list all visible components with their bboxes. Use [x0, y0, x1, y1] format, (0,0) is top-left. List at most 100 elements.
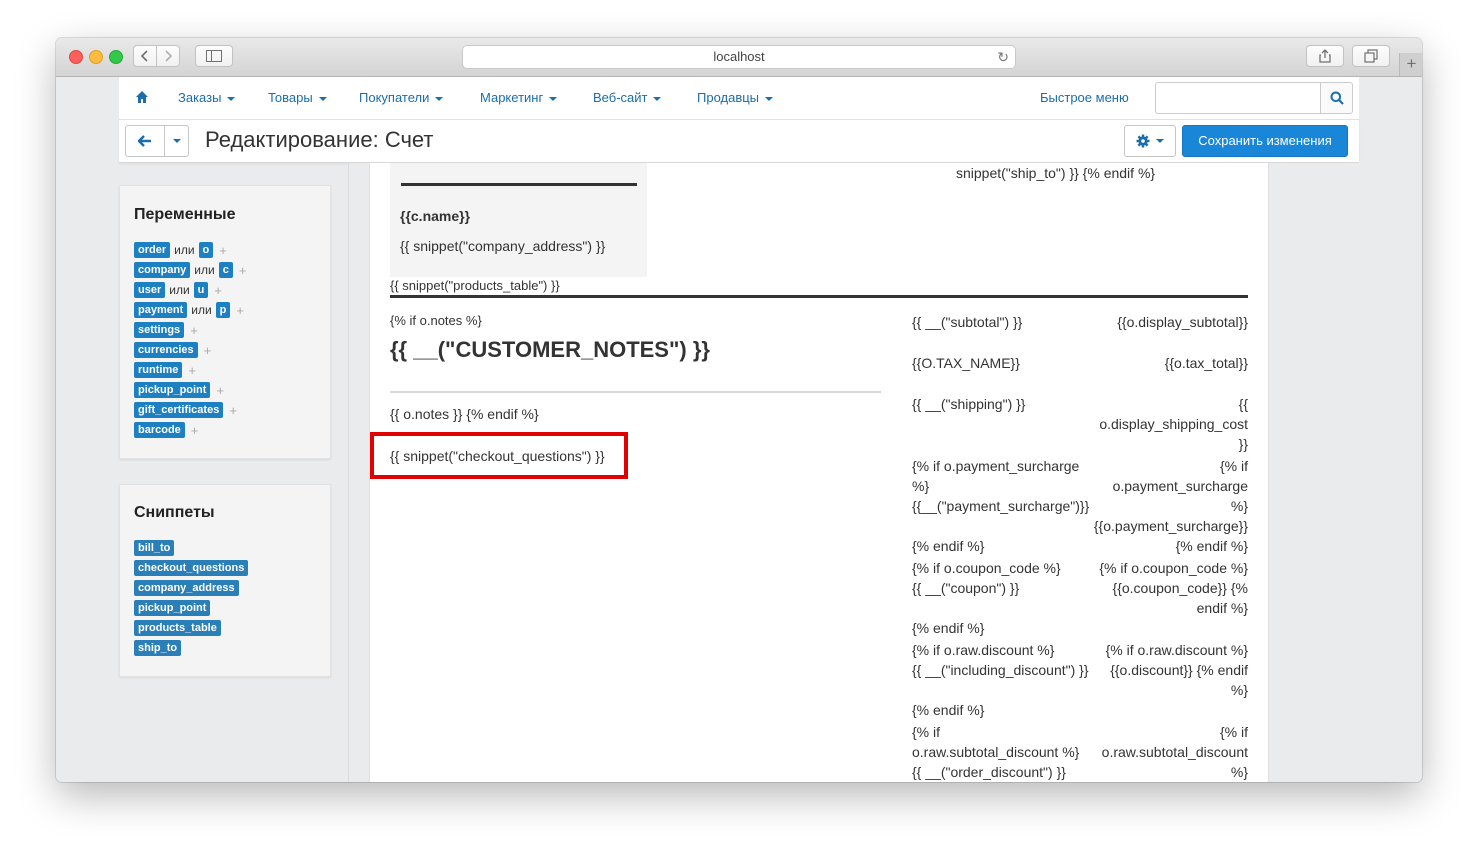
coupon-label-line: {{ __("coupon") }}	[912, 580, 1020, 596]
subtotal-discount-value-line: {% if	[1219, 724, 1248, 740]
nav-customers[interactable]: Покупатели	[359, 90, 444, 105]
variable-runtime: runtime +	[134, 362, 196, 378]
variable-tag[interactable]: order	[134, 242, 171, 258]
subtotal-discount-label-line: {{ __("order_discount") }}	[912, 764, 1066, 780]
tax-label: {{O.TAX_NAME}}	[912, 355, 1020, 371]
nav-products[interactable]: Товары	[268, 90, 327, 105]
variable-tag[interactable]: settings	[134, 322, 185, 338]
variable-alias-tag[interactable]: c	[218, 262, 233, 278]
variables-panel: Переменные order или o + company или c + user и…	[119, 185, 331, 459]
sidebar-toggle-button[interactable]	[195, 45, 233, 67]
zoom-window-button[interactable]	[109, 50, 123, 64]
snippet-tag[interactable]: company_address	[134, 580, 239, 596]
invoice-template-document[interactable]: {{c.name}} {{ snippet("company_address")…	[369, 163, 1269, 782]
variable-tag[interactable]: payment	[134, 302, 188, 318]
expand-plus-icon[interactable]: +	[204, 343, 212, 358]
expand-plus-icon[interactable]: +	[216, 383, 224, 398]
or-text: или	[169, 283, 190, 297]
variable-alias-tag[interactable]: u	[193, 282, 209, 298]
nav-marketing-label: Маркетинг	[480, 90, 544, 105]
shipping-value-line: {{	[1238, 396, 1248, 412]
url-text: localhost	[713, 49, 765, 64]
page-toolbar: Редактирование: Счет Сохранить изменения	[119, 120, 1359, 163]
nav-orders[interactable]: Заказы	[178, 90, 236, 105]
customer-notes-heading: {{ __("CUSTOMER_NOTES") }}	[390, 337, 710, 362]
snippet-tag[interactable]: bill_to	[134, 540, 175, 556]
expand-plus-icon[interactable]: +	[236, 303, 244, 318]
surcharge-label-line: {% if o.payment_surcharge	[912, 458, 1080, 474]
expand-plus-icon[interactable]: +	[191, 423, 199, 438]
surcharge-value-line: o.payment_surcharge	[1112, 478, 1248, 494]
coupon-value-line: {{o.coupon_code}} {%	[1112, 580, 1248, 596]
browser-back-button[interactable]	[133, 45, 157, 67]
expand-plus-icon[interactable]: +	[219, 243, 227, 258]
tabs-overview-button[interactable]	[1352, 45, 1390, 67]
search-button[interactable]	[1320, 82, 1353, 114]
address-bar[interactable]: localhost ↻	[462, 45, 1016, 69]
snippet-checkout-questions: checkout_questions	[134, 560, 249, 576]
snippet-products-table: products_table	[134, 620, 221, 636]
variable-gift-certificates: gift_certificates +	[134, 402, 237, 418]
caret-down-icon	[318, 96, 327, 101]
nav-vendors[interactable]: Продавцы	[697, 90, 774, 105]
expand-plus-icon[interactable]: +	[239, 263, 247, 278]
new-tab-button[interactable]: +	[1399, 53, 1422, 76]
home-icon[interactable]	[135, 90, 149, 104]
variable-tag[interactable]: gift_certificates	[134, 402, 224, 418]
variable-tag[interactable]: company	[134, 262, 191, 278]
expand-plus-icon[interactable]: +	[229, 403, 237, 418]
snippets-title: Сниппеты	[134, 504, 215, 521]
share-button[interactable]	[1306, 45, 1344, 67]
nav-website-label: Веб-сайт	[593, 90, 648, 105]
close-window-button[interactable]	[69, 50, 83, 64]
snippet-tag[interactable]: products_table	[134, 620, 221, 636]
coupon-value-line: {% if o.coupon_code %}	[1099, 560, 1248, 576]
products-table-snippet: {{ snippet("products_table") }}	[390, 278, 560, 293]
variable-company: company или c +	[134, 262, 246, 278]
shipping-label: {{ __("shipping") }}	[912, 396, 1026, 412]
nav-website[interactable]: Веб-сайт	[593, 90, 662, 105]
if-notes: {% if o.notes %}	[390, 313, 482, 328]
search-input[interactable]	[1155, 82, 1321, 114]
expand-plus-icon[interactable]: +	[188, 363, 196, 378]
nav-marketing[interactable]: Маркетинг	[480, 90, 558, 105]
arrow-left-icon	[138, 135, 151, 147]
nav-orders-label: Заказы	[178, 90, 222, 105]
snippet-tag[interactable]: checkout_questions	[134, 560, 249, 576]
caret-down-icon	[765, 96, 774, 101]
variable-alias-tag[interactable]: p	[215, 302, 231, 318]
variable-tag[interactable]: barcode	[134, 422, 185, 438]
variable-tag[interactable]: runtime	[134, 362, 183, 378]
variable-tag[interactable]: currencies	[134, 342, 198, 358]
variable-alias-tag[interactable]: o	[198, 242, 214, 258]
settings-dropdown-button[interactable]	[1124, 125, 1176, 157]
or-text: или	[191, 303, 212, 317]
discount-value-line: {% if o.raw.discount %}	[1105, 642, 1248, 658]
quick-menu-link[interactable]: Быстрое меню	[1040, 90, 1129, 105]
snippet-pickup-point: pickup_point	[134, 600, 211, 616]
snippet-bill-to: bill_to	[134, 540, 175, 556]
tax-value: {{o.tax_total}}	[1164, 355, 1248, 371]
variable-tag[interactable]: pickup_point	[134, 382, 211, 398]
back-button[interactable]	[125, 125, 165, 157]
variable-tag[interactable]: user	[134, 282, 166, 298]
discount-value-line: {{o.discount}} {% endif	[1110, 662, 1248, 678]
or-text: или	[194, 263, 215, 277]
browser-forward-button[interactable]	[156, 45, 180, 67]
save-changes-button[interactable]: Сохранить изменения	[1182, 125, 1348, 157]
snippet-tag[interactable]: pickup_point	[134, 600, 211, 616]
caret-down-icon	[549, 96, 558, 101]
expand-plus-icon[interactable]: +	[190, 323, 198, 338]
divider	[401, 183, 637, 186]
caret-down-icon	[435, 96, 444, 101]
snippet-tag[interactable]: ship_to	[134, 640, 182, 656]
back-dropdown-button[interactable]	[164, 125, 189, 157]
browser-window: localhost ↻ + Заказы Товары Покупатели М…	[56, 38, 1422, 782]
minimize-window-button[interactable]	[89, 50, 103, 64]
subtotal-discount-value-line: o.raw.subtotal_discount	[1101, 744, 1248, 760]
subtotal-discount-label-line: o.raw.subtotal_discount %}	[912, 744, 1080, 760]
search-icon	[1330, 91, 1344, 105]
reload-icon[interactable]: ↻	[997, 46, 1009, 68]
expand-plus-icon[interactable]: +	[214, 283, 222, 298]
subtotal-value: {{o.display_subtotal}}	[1117, 314, 1248, 330]
